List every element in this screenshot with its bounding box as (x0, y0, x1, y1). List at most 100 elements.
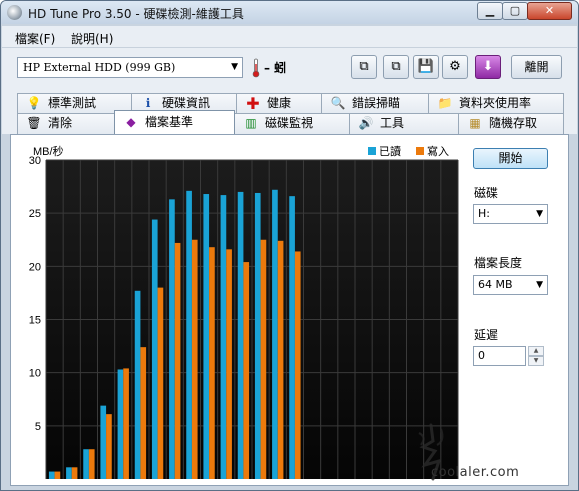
floppy-icon: 💾 (417, 59, 435, 74)
close-button[interactable]: ✕ (527, 2, 572, 20)
tab-label: 工具 (380, 116, 405, 130)
start-button[interactable]: 開始 (473, 148, 548, 169)
benchmark-chart: MB/秒 5 10 15 20 25 30 已讀 寫入 (11, 135, 463, 485)
bar-write (191, 239, 198, 479)
bar-read (254, 192, 261, 480)
bar-read (272, 189, 278, 480)
bar-write (157, 287, 164, 479)
trash-icon: 🗑 (26, 116, 42, 130)
bar-write (260, 239, 267, 479)
gears-icon: ⚙ (449, 59, 461, 74)
temperature-readout: – 蚓 (264, 61, 287, 75)
disk-label: 磁碟 (474, 186, 499, 200)
bar-read (66, 467, 72, 479)
tab-random-access[interactable]: ▦ 隨機存取 (458, 113, 564, 134)
legend-label-read: 已讀 (379, 144, 401, 158)
bar-read (169, 199, 175, 479)
tab-erase[interactable]: 🗑 清除 (17, 113, 115, 134)
bar-write (54, 471, 61, 479)
chevron-down-icon: ▼ (536, 209, 543, 219)
random-access-icon: ▦ (469, 116, 481, 130)
menu-help[interactable]: 說明(H) (71, 30, 113, 47)
watermark-text: coolaler.com (431, 465, 520, 480)
y-tick-label: 5 (35, 421, 41, 433)
y-tick-label: 15 (29, 315, 41, 327)
tab-label: 錯誤掃瞄 (352, 96, 401, 110)
file-length-select[interactable]: 64 MB ▼ (473, 275, 548, 295)
bar-write (88, 449, 95, 479)
bar-read (83, 449, 89, 479)
bar-write (174, 242, 181, 479)
spin-down-icon[interactable]: ▼ (528, 356, 544, 366)
download-button[interactable]: ⬇ (475, 55, 501, 79)
delay-label: 延遲 (474, 328, 499, 342)
delay-input[interactable]: 0 (473, 346, 526, 366)
drive-select[interactable]: HP External HDD (999 GB) ▼ (17, 57, 243, 78)
file-length-value: 64 MB (478, 278, 513, 291)
tab-label: 磁碟監視 (265, 116, 314, 130)
spin-up-icon[interactable]: ▲ (528, 346, 544, 356)
drive-select-value: HP External HDD (999 GB) (23, 61, 176, 74)
bar-read (134, 290, 141, 479)
title-bar[interactable]: HD Tune Pro 3.50 - 硬碟檢測-維護工具 ▁ ▢ ✕ (1, 1, 578, 24)
copy-text-button[interactable]: ⧉ (351, 55, 377, 79)
tab-disk-monitor[interactable]: ▥ 磁碟監視 (234, 113, 350, 134)
tab-label: 清除 (48, 116, 73, 130)
speaker-icon: 🔊 (358, 116, 374, 130)
tab-error-scan[interactable]: 🔍 錯誤掃瞄 (321, 93, 429, 114)
tab-label: 資料夾使用率 (459, 96, 532, 110)
chevron-down-icon: ▼ (536, 280, 543, 290)
benchmark-chart-svg: MB/秒51015202530已讀 寫入 (29, 144, 459, 480)
arrow-down-icon: ⬇ (482, 59, 494, 74)
tab-health[interactable]: ✚ 健康 (236, 93, 322, 114)
copy-screenshot-button[interactable]: ⧉ (383, 55, 409, 79)
disk-select[interactable]: H: ▼ (473, 204, 548, 224)
thermometer-icon (252, 58, 260, 78)
legend-swatch-write (416, 147, 424, 155)
folder-icon: 📁 (437, 96, 453, 110)
bar-write (277, 240, 284, 479)
bar-read (203, 194, 210, 479)
legend-swatch-read (368, 147, 376, 155)
menu-file[interactable]: 檔案(F) (15, 30, 55, 47)
maximize-button[interactable]: ▢ (502, 2, 528, 20)
minimize-button[interactable]: ▁ (477, 2, 503, 20)
health-cross-icon: ✚ (246, 94, 260, 113)
save-button[interactable]: 💾 (413, 55, 439, 79)
tab-strip: 💡 標準測試 ℹ 硬碟資訊 ✚ 健康 🔍 錯誤掃瞄 📁 資料夾使用率 🗑 清除 … (2, 90, 577, 134)
file-length-label: 檔案長度 (474, 256, 523, 270)
disk-select-value: H: (478, 207, 490, 220)
monitor-icon: ▥ (245, 116, 257, 130)
tab-tools[interactable]: 🔊 工具 (349, 113, 459, 134)
y-tick-label: 25 (29, 208, 41, 220)
bar-write (243, 262, 250, 479)
info-icon: ℹ (145, 96, 151, 110)
app-icon (7, 5, 22, 20)
tab-label: 隨機存取 (489, 116, 538, 130)
bar-write (140, 347, 147, 479)
lightbulb-icon: 💡 (26, 96, 42, 110)
exit-button[interactable]: 離開 (511, 55, 562, 79)
bar-read (100, 405, 107, 479)
options-button[interactable]: ⚙ (442, 55, 468, 79)
bar-read (48, 471, 55, 479)
bar-read (151, 219, 158, 479)
file-benchmark-panel: MB/秒 5 10 15 20 25 30 已讀 寫入 開始 磁碟 H: ▼ 檔案長度 64 M… (10, 134, 569, 486)
copy-icon: ⧉ (359, 59, 369, 74)
file-benchmark-icon: ◆ (126, 115, 136, 129)
tab-folder-usage[interactable]: 📁 資料夾使用率 (428, 93, 564, 114)
bar-write (123, 368, 129, 479)
tab-label: 檔案基準 (145, 115, 194, 129)
toolbar: HP External HDD (999 GB) ▼ – 蚓 ⧉ ⧉ 💾 ⚙ ⬇… (2, 48, 577, 90)
bar-read (237, 191, 244, 479)
y-tick-label: 10 (29, 368, 41, 380)
y-tick-label: 30 (29, 155, 41, 167)
bar-write (294, 251, 301, 479)
legend-label-write: 寫入 (427, 144, 449, 158)
app-window: HD Tune Pro 3.50 - 硬碟檢測-維護工具 ▁ ▢ ✕ 檔案(F)… (0, 0, 579, 491)
bar-write (106, 414, 112, 479)
tab-file-benchmark[interactable]: ◆ 檔案基準 (114, 110, 235, 134)
bar-read (117, 369, 124, 479)
delay-spinner[interactable]: ▲ ▼ (528, 346, 544, 366)
bar-write (209, 247, 215, 479)
